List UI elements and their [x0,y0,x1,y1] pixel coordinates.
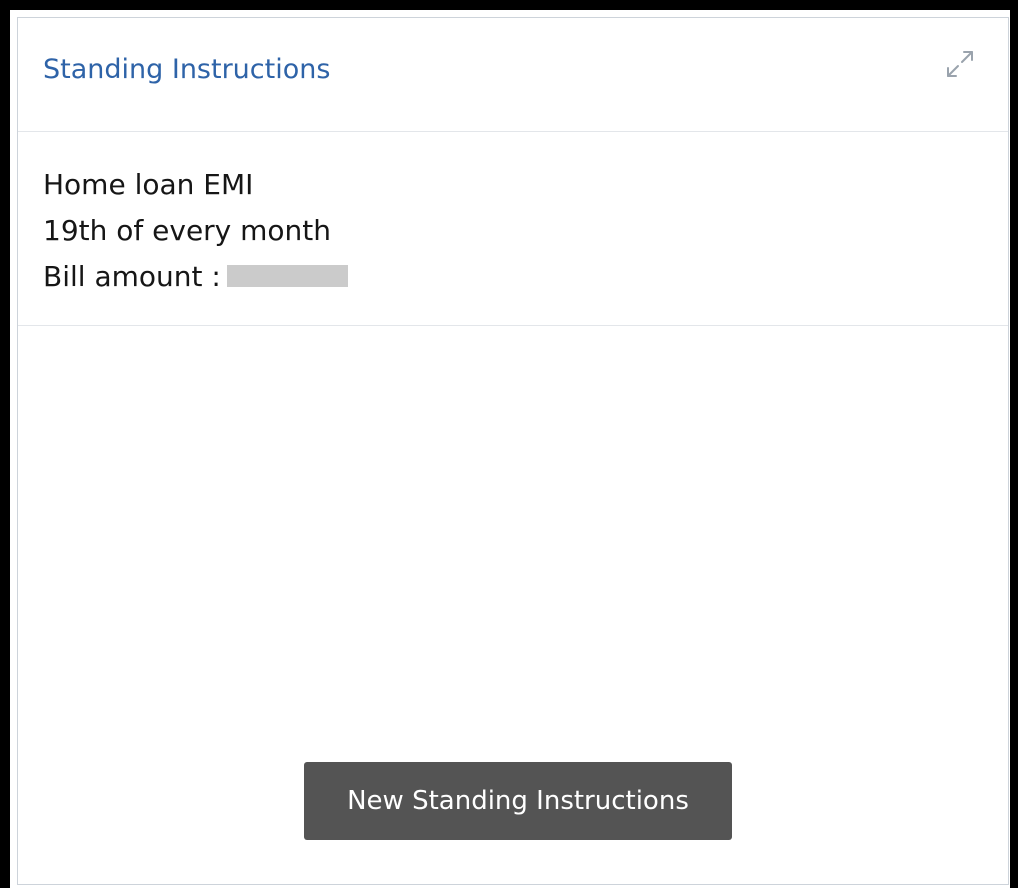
widget-title: Standing Instructions [43,54,331,85]
new-standing-instructions-button[interactable]: New Standing Instructions [304,762,732,840]
standing-instruction-item[interactable]: Home loan EMI 19th of every month Bill a… [18,132,1008,326]
expand-button[interactable] [938,42,982,86]
standing-instructions-widget: Standing Instructions Home loan EMI 19th… [17,17,1009,885]
expand-arrows-icon [947,51,973,77]
masked-amount [226,265,348,287]
instruction-amount-row: Bill amount : [43,260,348,293]
amount-label: Bill amount : [43,260,221,293]
widget-header: Standing Instructions [18,18,1008,132]
instruction-schedule: 19th of every month [43,214,332,247]
instruction-name: Home loan EMI [43,168,254,201]
